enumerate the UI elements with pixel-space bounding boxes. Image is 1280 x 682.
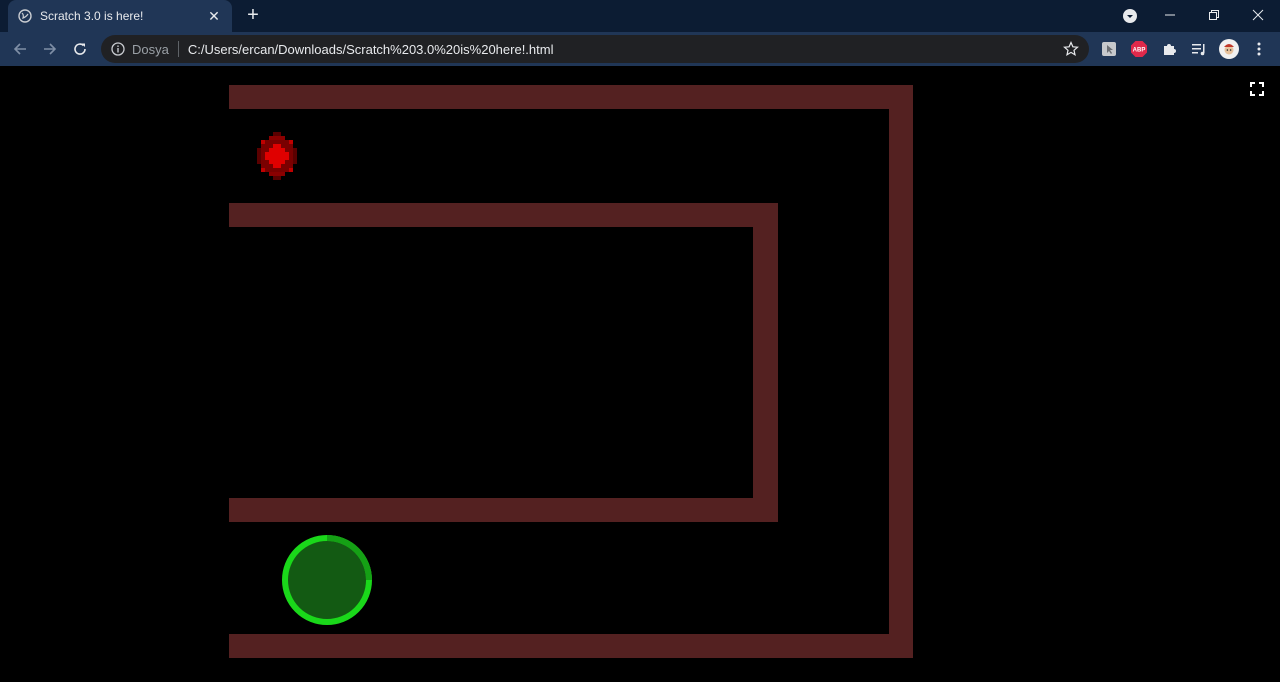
- maze-wall-right: [889, 85, 913, 658]
- maze-wall-bottom: [229, 634, 913, 658]
- puzzle-extensions-icon[interactable]: [1159, 39, 1179, 59]
- reload-icon: [74, 43, 86, 55]
- window-controls: [1148, 0, 1280, 30]
- star-icon[interactable]: [1063, 41, 1079, 57]
- tab-close-icon[interactable]: ✕: [206, 8, 222, 25]
- restore-button[interactable]: [1192, 0, 1236, 30]
- mouse-extension-icon[interactable]: [1099, 39, 1119, 59]
- omnibox-divider: [177, 41, 179, 57]
- minimize-button[interactable]: [1148, 0, 1192, 30]
- adblock-label: ABP: [1133, 48, 1146, 54]
- close-window-button[interactable]: [1236, 0, 1280, 30]
- url-text[interactable]: C:/Users/ercan/Downloads/Scratch%203.0%2…: [188, 42, 554, 57]
- forward-button[interactable]: [40, 39, 60, 59]
- tab-strip: Scratch 3.0 is here! ✕ +: [0, 0, 1280, 32]
- browser-toolbar: Dosya C:/Users/ercan/Downloads/Scratch%2…: [0, 32, 1280, 66]
- adblock-extension-icon[interactable]: ABP: [1129, 39, 1149, 59]
- tab-title: Scratch 3.0 is here!: [40, 9, 144, 23]
- new-tab-button[interactable]: +: [242, 4, 264, 26]
- arrow-left-icon: [13, 43, 26, 55]
- maze-wall-inner-bottom: [229, 498, 778, 522]
- browser-tab[interactable]: Scratch 3.0 is here! ✕: [8, 0, 232, 32]
- profile-avatar-icon[interactable]: [1219, 39, 1239, 59]
- info-icon[interactable]: [111, 42, 125, 56]
- red-target-sprite: [257, 132, 297, 180]
- green-player-sprite: [282, 535, 372, 625]
- media-queue-icon[interactable]: [1189, 39, 1209, 59]
- game-stage[interactable]: [0, 66, 1280, 682]
- tab-search-icon[interactable]: [1122, 8, 1138, 24]
- back-button[interactable]: [10, 39, 30, 59]
- restore-icon: [1209, 10, 1219, 20]
- close-icon: [1252, 9, 1264, 21]
- globe-icon: [18, 9, 32, 23]
- scheme-label: Dosya: [132, 41, 169, 57]
- arrow-right-icon: [44, 43, 57, 55]
- maze-wall-inner-right: [753, 203, 778, 522]
- reload-button[interactable]: [70, 39, 90, 59]
- minimize-icon: [1165, 14, 1175, 16]
- maze-wall-inner-top: [229, 203, 778, 227]
- address-bar[interactable]: Dosya C:/Users/ercan/Downloads/Scratch%2…: [101, 35, 1089, 63]
- more-menu-icon[interactable]: [1249, 39, 1269, 59]
- maze-wall-top: [229, 85, 913, 109]
- fullscreen-icon[interactable]: [1250, 82, 1264, 96]
